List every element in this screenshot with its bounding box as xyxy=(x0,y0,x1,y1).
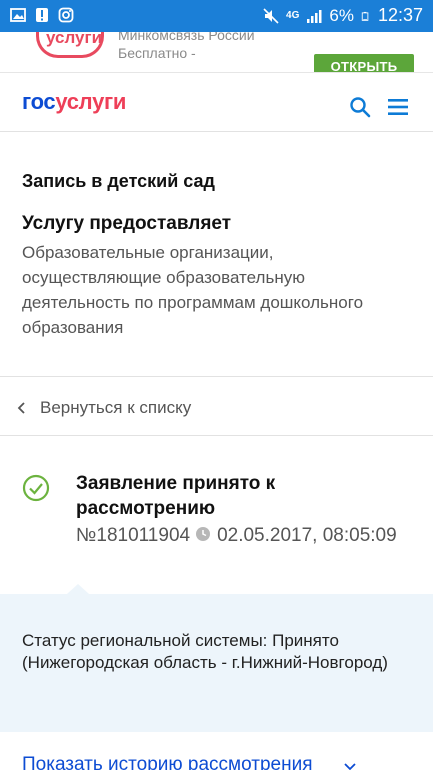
app-install-banner: услуги Минкомсвязь России Бесплатно - ОТ… xyxy=(0,32,433,72)
menu-icon[interactable] xyxy=(386,95,410,119)
instagram-icon xyxy=(58,7,74,23)
show-history-link[interactable]: Показать историю рассмотрения xyxy=(22,754,313,770)
signal-icon xyxy=(307,9,322,23)
mute-icon xyxy=(263,7,279,24)
clock-icon xyxy=(196,527,211,541)
app-info: Минкомсвязь России Бесплатно - xyxy=(118,32,255,62)
chevron-down-icon[interactable] xyxy=(343,762,357,770)
application-status-title: Заявление принято к рассмотрению xyxy=(76,473,276,519)
provider-text: Образовательные организации, осуществляю… xyxy=(22,243,364,337)
service-title: Запись в детский сад xyxy=(22,171,215,191)
provider-label: Услугу предоставляет xyxy=(22,213,232,234)
app-publisher: Минкомсвязь России xyxy=(118,32,255,43)
application-number: №181011904 xyxy=(76,525,191,546)
open-app-button[interactable]: ОТКРЫТЬ xyxy=(314,54,414,72)
panel-pointer xyxy=(67,584,89,594)
network-type: 4G xyxy=(286,10,300,21)
clock-time: 12:37 xyxy=(377,5,423,25)
back-label: Вернуться к списку xyxy=(40,398,192,417)
service-info: Запись в детский сад Услугу предоставляе… xyxy=(0,133,433,377)
logo-part-gos: гос xyxy=(22,89,56,114)
application-meta: №181011904 02.05.2017, 08:05:09 xyxy=(76,523,406,549)
app-logo-text: услуги xyxy=(46,32,103,47)
site-header: госуслуги xyxy=(0,72,433,132)
application-status: Заявление принято к рассмотрению №181011… xyxy=(0,437,433,597)
status-bar: 4G 6% 12:37 xyxy=(0,0,433,32)
image-icon xyxy=(10,8,26,22)
search-icon[interactable] xyxy=(348,95,372,119)
gosuslugi-logo[interactable]: госуслуги xyxy=(22,89,126,115)
back-to-list-link[interactable]: Вернуться к списку xyxy=(0,378,433,436)
battery-percent: 6% xyxy=(329,5,354,25)
regional-status-panel: Статус региональной системы: Принято (Ни… xyxy=(0,584,433,732)
alert-icon xyxy=(36,8,48,22)
application-datetime: 02.05.2017, 08:05:09 xyxy=(217,525,397,546)
chevron-left-icon xyxy=(17,402,25,414)
app-price: Бесплатно - xyxy=(118,45,196,61)
logo-part-uslugi: услуги xyxy=(55,89,127,114)
regional-status-text: Статус региональной системы: Принято (Ни… xyxy=(22,631,388,672)
battery-icon xyxy=(361,11,369,21)
check-circle-icon xyxy=(22,474,50,502)
